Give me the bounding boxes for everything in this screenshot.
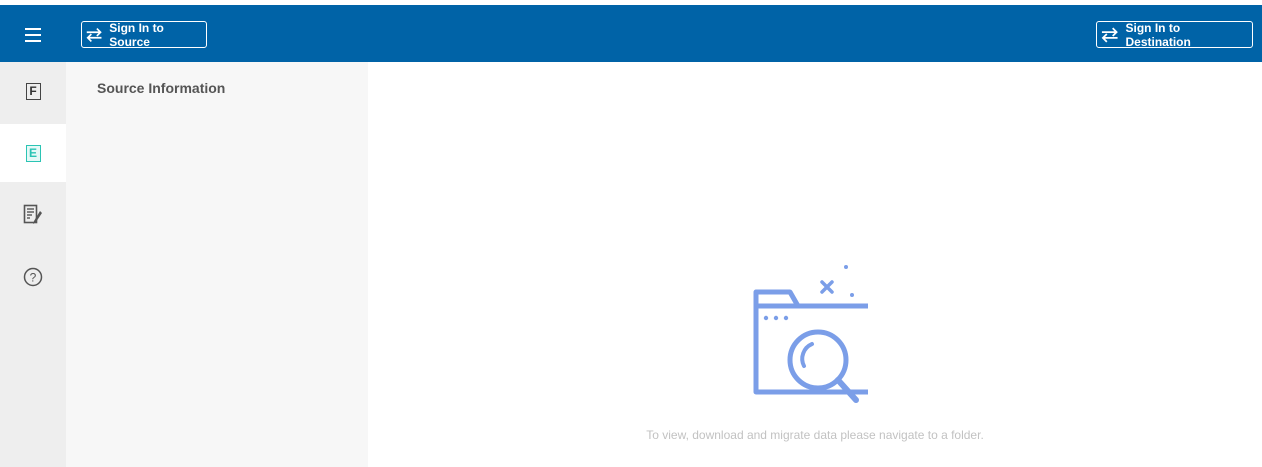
sidebar-item-e[interactable]: E: [0, 124, 66, 182]
help-question-icon: ?: [23, 267, 43, 287]
folder-search-icon: [753, 265, 868, 403]
report-document-icon: [23, 204, 42, 224]
source-information-panel: Source Information: [66, 62, 368, 467]
empty-state-message: To view, download and migrate data pleas…: [646, 428, 984, 442]
swap-arrows-icon: [1101, 27, 1118, 42]
f-letter-icon: F: [25, 82, 41, 100]
sign-in-destination-button[interactable]: Sign In to Destination: [1096, 20, 1253, 49]
panel-title: Source Information: [97, 80, 226, 96]
sidebar-rail: F E ?: [0, 62, 66, 467]
top-bar: Sign In to Source Sign In to Destination: [0, 0, 1262, 62]
hamburger-menu-icon[interactable]: [17, 19, 49, 51]
main-content: To view, download and migrate data pleas…: [368, 62, 1262, 467]
sign-in-source-label: Sign In to Source: [109, 20, 164, 49]
sidebar-item-report[interactable]: [0, 186, 66, 244]
sign-in-source-button[interactable]: Sign In to Source: [81, 20, 207, 49]
sidebar-item-f[interactable]: F: [0, 62, 66, 120]
swap-arrows-icon: [86, 27, 102, 42]
sidebar-item-help[interactable]: ?: [0, 248, 66, 306]
sign-in-destination-label: Sign In to Destination: [1125, 20, 1191, 49]
e-letter-icon: E: [25, 144, 41, 162]
svg-text:?: ?: [30, 271, 37, 285]
